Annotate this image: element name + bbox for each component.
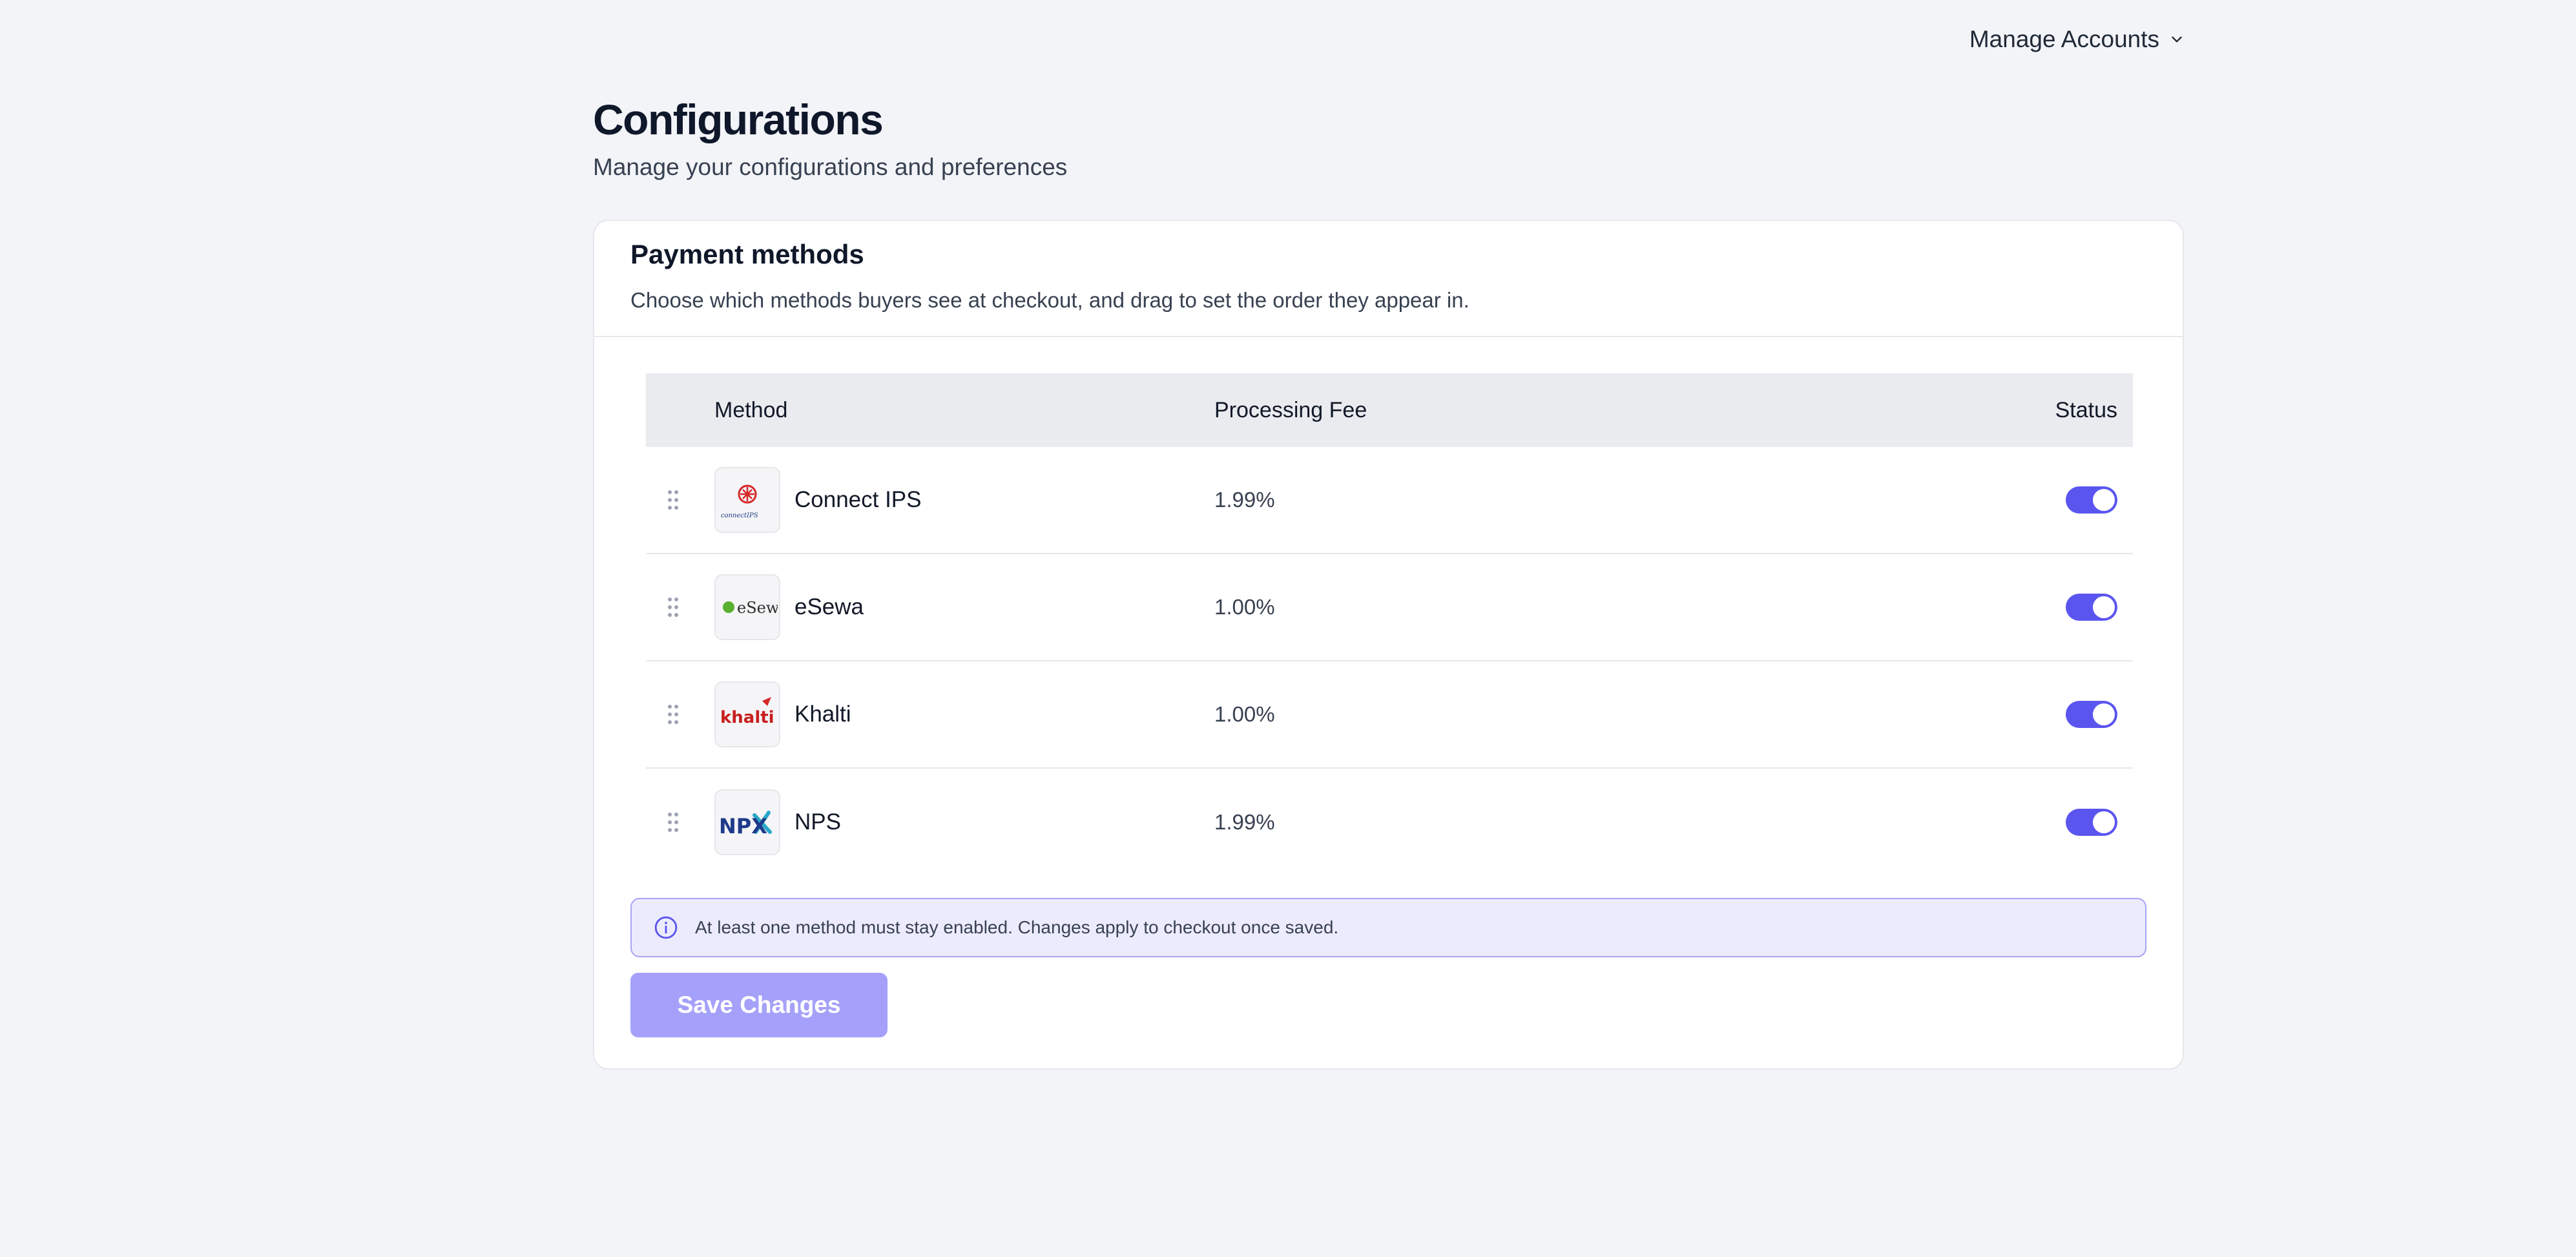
page-title: Configurations xyxy=(593,96,884,143)
table-row[interactable]: connectIPS Connect IPS 1.99% xyxy=(646,447,2133,554)
page-content: Configurations Manage your configuration… xyxy=(593,90,2184,1070)
notice-text: At least one method must stay enabled. C… xyxy=(695,917,1339,937)
method-cell: khalti Khalti xyxy=(646,681,1214,747)
drag-handle-icon[interactable] xyxy=(665,596,681,619)
method-cell: eSewa eSewa xyxy=(646,574,1214,640)
toggle-knob xyxy=(2093,703,2115,725)
processing-fee: 1.00% xyxy=(1214,702,1275,726)
drag-handle-icon[interactable] xyxy=(665,811,681,834)
method-name: NPS xyxy=(795,809,841,835)
payment-methods-table: Method Processing Fee Status connectIPS xyxy=(646,373,2133,876)
nps-logo-text: NPX xyxy=(719,814,767,838)
chevron-down-icon xyxy=(2172,36,2182,43)
method-name: Khalti xyxy=(795,701,851,727)
status-toggle[interactable] xyxy=(2066,809,2117,836)
status-toggle[interactable] xyxy=(2066,701,2117,728)
toggle-knob xyxy=(2093,811,2115,833)
info-notice: At least one method must stay enabled. C… xyxy=(630,898,2146,957)
card-header: Payment methods Choose which methods buy… xyxy=(594,221,2183,337)
manage-accounts-label: Manage Accounts xyxy=(1969,26,2159,52)
table-row[interactable]: eSewa eSewa 1.00% xyxy=(646,554,2133,661)
table-header: Method Processing Fee Status xyxy=(646,373,2133,447)
processing-fee: 1.00% xyxy=(1214,595,1275,619)
table-row[interactable]: khalti Khalti 1.00% xyxy=(646,661,2133,769)
save-changes-button[interactable]: Save Changes xyxy=(630,973,888,1037)
column-header-fee: Processing Fee xyxy=(1214,397,1367,422)
nps-logo: NPX xyxy=(714,789,780,855)
card-body: Method Processing Fee Status connectIPS xyxy=(594,337,2183,1068)
toggle-knob xyxy=(2093,489,2115,511)
status-toggle[interactable] xyxy=(2066,486,2117,514)
status-toggle[interactable] xyxy=(2066,594,2117,621)
drag-handle-icon[interactable] xyxy=(665,703,681,726)
info-icon xyxy=(654,916,678,939)
method-name: eSewa xyxy=(795,594,864,619)
method-cell: NPX NPS xyxy=(646,789,1214,855)
column-header-method: Method xyxy=(714,397,788,422)
status-cell xyxy=(1989,486,2133,514)
card-description: Choose which methods buyers see at check… xyxy=(630,288,1470,312)
status-cell xyxy=(1989,594,2133,621)
drag-handle-icon[interactable] xyxy=(665,488,681,512)
toggle-knob xyxy=(2093,596,2115,618)
khalti-logo-text: khalti xyxy=(720,708,774,727)
connect-ips-logo-text: connectIPS xyxy=(721,512,758,519)
processing-fee: 1.99% xyxy=(1214,488,1275,512)
method-name: Connect IPS xyxy=(795,487,922,512)
status-cell xyxy=(1989,809,2133,836)
status-cell xyxy=(1989,701,2133,728)
column-header-status: Status xyxy=(2055,397,2117,422)
card-title: Payment methods xyxy=(630,239,864,269)
esewa-logo: eSewa xyxy=(714,574,780,640)
page-subtitle: Manage your configurations and preferenc… xyxy=(593,154,1068,180)
connect-ips-logo: connectIPS xyxy=(714,467,780,533)
table-row[interactable]: NPX NPS 1.99% xyxy=(646,769,2133,876)
method-cell: connectIPS Connect IPS xyxy=(646,467,1214,533)
khalti-logo: khalti xyxy=(714,681,780,747)
esewa-logo-text: eSewa xyxy=(737,599,778,617)
manage-accounts-menu[interactable]: Manage Accounts xyxy=(1969,26,2185,53)
payment-methods-card: Payment methods Choose which methods buy… xyxy=(593,220,2184,1070)
processing-fee: 1.99% xyxy=(1214,810,1275,834)
